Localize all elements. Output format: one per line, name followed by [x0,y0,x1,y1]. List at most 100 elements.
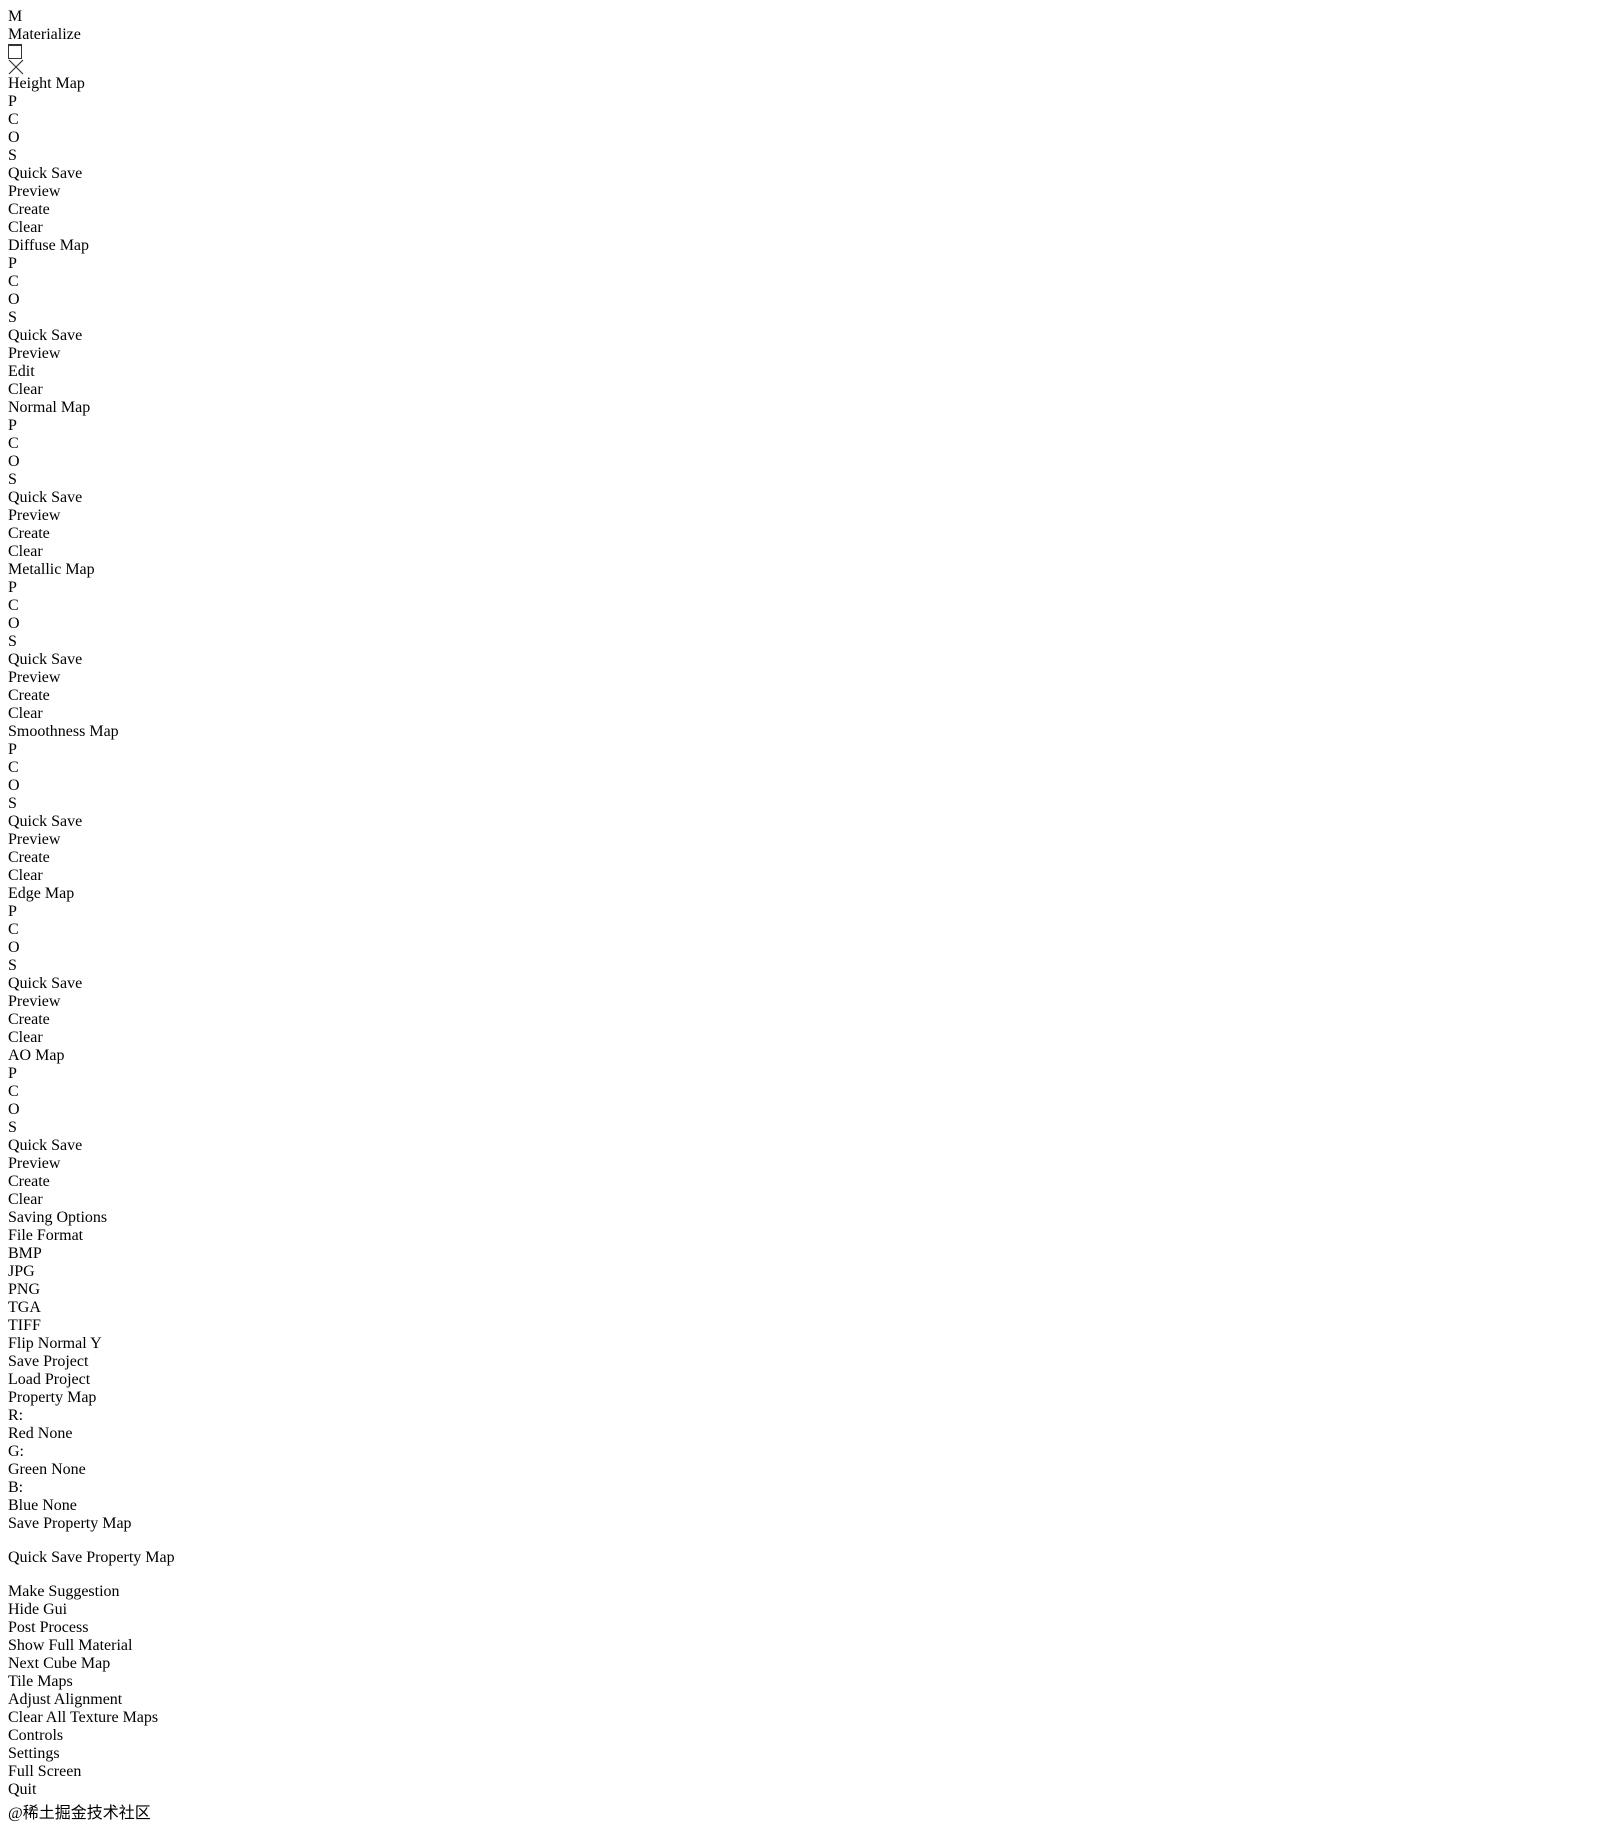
ao-create-button[interactable]: Create [8,1173,1606,1191]
edge-quick-save-button[interactable]: Quick Save [8,975,1606,993]
metallic-s-button[interactable]: S [8,633,1606,651]
next-cube-map-button[interactable]: Next Cube Map [8,1655,1606,1673]
diffuse-preview-button[interactable]: Preview [8,345,1606,363]
diffuse-p-button[interactable]: P [8,255,1606,273]
show-full-material-line2: Material [78,1637,133,1654]
smoothness-preview-button[interactable]: Preview [8,831,1606,849]
height-p-button[interactable]: P [8,93,1606,111]
normal-p-button[interactable]: P [8,417,1606,435]
normal-c-button[interactable]: C [8,435,1606,453]
maximize-icon [8,45,22,59]
blue-channel-button[interactable]: Blue None [8,1497,1606,1515]
tile-maps-line2: Maps [37,1673,73,1690]
normal-s-button[interactable]: S [8,471,1606,489]
metallic-p-button[interactable]: P [8,579,1606,597]
adjust-alignment-button[interactable]: Adjust Alignment [8,1691,1606,1709]
normal-o-button[interactable]: O [8,453,1606,471]
flip-normal-y-button[interactable]: Flip Normal Y [8,1335,1606,1353]
format-label: PNG [8,1281,41,1298]
smoothness-c-button[interactable]: C [8,759,1606,777]
format-option-png[interactable]: PNG [8,1281,1606,1299]
height-s-button[interactable]: S [8,147,1606,165]
window-controls [8,44,1606,75]
make-suggestion-button[interactable]: Make Suggestion [8,1583,1606,1601]
edge-map-channel-buttons: P C O S [8,903,1606,975]
edge-map-panel: Edge Map P C O S Quick Save Preview Crea… [8,885,1606,1047]
save-project-button[interactable]: Save Project [8,1353,1606,1371]
metallic-map-panel: Metallic Map P C O S Quick Save Preview … [8,561,1606,723]
diffuse-o-button[interactable]: O [8,291,1606,309]
normal-clear-button[interactable]: Clear [8,543,1606,561]
load-project-button[interactable]: Load Project [8,1371,1606,1389]
tile-maps-button[interactable]: Tile Maps [8,1673,1606,1691]
3d-viewport[interactable]: Height Map P C O S Quick Save Preview Cr… [8,75,1606,1823]
smoothness-clear-button[interactable]: Clear [8,867,1606,885]
show-full-material-button[interactable]: Show Full Material [8,1637,1606,1655]
ao-clear-button[interactable]: Clear [8,1191,1606,1209]
height-clear-button[interactable]: Clear [8,219,1606,237]
height-preview-button[interactable]: Preview [8,183,1606,201]
smoothness-o-button[interactable]: O [8,777,1606,795]
format-option-tga[interactable]: TGA [8,1299,1606,1317]
edge-c-button[interactable]: C [8,921,1606,939]
normal-map-channel-buttons: P C O S [8,417,1606,489]
diffuse-map-title: Diffuse Map [8,237,90,254]
diffuse-clear-button[interactable]: Clear [8,381,1606,399]
smoothness-s-button[interactable]: S [8,795,1606,813]
edge-preview-button[interactable]: Preview [8,993,1606,1011]
hide-gui-button[interactable]: Hide Gui [8,1601,1606,1619]
ao-p-button[interactable]: P [8,1065,1606,1083]
smoothness-map-title: Smoothness Map [8,723,119,740]
diffuse-edit-button[interactable]: Edit [8,363,1606,381]
diffuse-c-button[interactable]: C [8,273,1606,291]
clear-all-texture-maps-button[interactable]: Clear All Texture Maps [8,1709,1606,1727]
height-quick-save-button[interactable]: Quick Save [8,165,1606,183]
ao-map-title: AO Map [8,1047,65,1064]
edge-o-button[interactable]: O [8,939,1606,957]
ao-o-button[interactable]: O [8,1101,1606,1119]
edge-create-button[interactable]: Create [8,1011,1606,1029]
format-option-bmp[interactable]: BMP [8,1245,1606,1263]
normal-quick-save-button[interactable]: Quick Save [8,489,1606,507]
quit-button[interactable]: Quit [8,1781,1606,1799]
diffuse-quick-save-button[interactable]: Quick Save [8,327,1606,345]
post-process-button[interactable]: Post Process [8,1619,1606,1637]
full-screen-button[interactable]: Full Screen [8,1763,1606,1781]
smoothness-quick-save-button[interactable]: Quick Save [8,813,1606,831]
height-o-button[interactable]: O [8,129,1606,147]
height-create-button[interactable]: Create [8,201,1606,219]
green-channel-button[interactable]: Green None [8,1461,1606,1479]
settings-button[interactable]: Settings [8,1745,1606,1763]
close-button[interactable] [8,59,1606,75]
controls-button[interactable]: Controls [8,1727,1606,1745]
ao-c-button[interactable]: C [8,1083,1606,1101]
red-channel-button[interactable]: Red None [8,1425,1606,1443]
edge-p-button[interactable]: P [8,903,1606,921]
quick-save-property-map-button[interactable]: Quick Save Property Map [8,1549,1606,1583]
format-option-jpg[interactable]: JPG [8,1263,1606,1281]
maximize-button[interactable] [8,45,1606,59]
metallic-o-button[interactable]: O [8,615,1606,633]
metallic-clear-button[interactable]: Clear [8,705,1606,723]
height-c-button[interactable]: C [8,111,1606,129]
metallic-create-button[interactable]: Create [8,687,1606,705]
smoothness-create-button[interactable]: Create [8,849,1606,867]
diffuse-s-button[interactable]: S [8,309,1606,327]
edge-s-button[interactable]: S [8,957,1606,975]
adjust-alignment-line2: Alignment [53,1691,123,1708]
normal-create-button[interactable]: Create [8,525,1606,543]
format-label: JPG [8,1263,35,1280]
ao-quick-save-button[interactable]: Quick Save [8,1137,1606,1155]
normal-preview-button[interactable]: Preview [8,507,1606,525]
save-property-map-button[interactable]: Save Property Map [8,1515,1606,1549]
ao-s-button[interactable]: S [8,1119,1606,1137]
normal-map-panel: Normal Map P C O S Quick Save Preview Cr… [8,399,1606,561]
smoothness-p-button[interactable]: P [8,741,1606,759]
format-option-tiff[interactable]: TIFF [8,1317,1606,1335]
g-channel-label: G: [8,1443,24,1460]
ao-preview-button[interactable]: Preview [8,1155,1606,1173]
metallic-preview-button[interactable]: Preview [8,669,1606,687]
metallic-quick-save-button[interactable]: Quick Save [8,651,1606,669]
edge-clear-button[interactable]: Clear [8,1029,1606,1047]
metallic-c-button[interactable]: C [8,597,1606,615]
